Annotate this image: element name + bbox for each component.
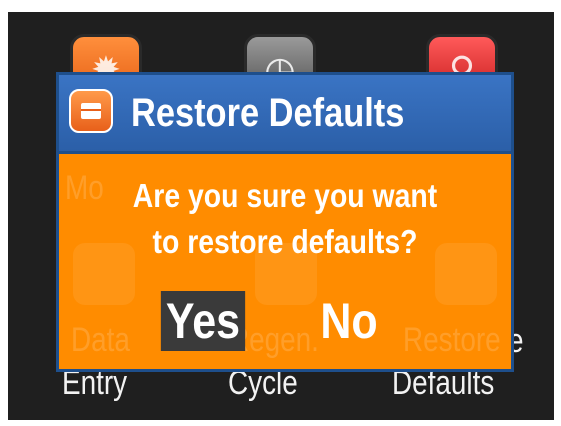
restore-drawer-icon: [69, 89, 113, 133]
ghost-label-restore: Restore: [403, 321, 501, 359]
ghost-label-data: Data: [71, 321, 130, 359]
restore-defaults-dialog: Restore Defaults Mo Data Regen. Restore …: [56, 72, 514, 372]
dialog-title: Restore Defaults: [131, 91, 405, 135]
device-screen: ✹ ◷ ⚲ Entry Cycle Defaults e ge Restore …: [8, 12, 554, 420]
dialog-message-line-2: to restore defaults?: [152, 223, 418, 260]
dialog-message-line-1: Are you sure you want: [132, 177, 438, 214]
no-button[interactable]: No: [315, 291, 384, 351]
dialog-title-bar: Restore Defaults: [59, 75, 511, 154]
dialog-message: Are you sure you want to restore default…: [59, 173, 511, 265]
yes-button[interactable]: Yes: [160, 291, 246, 351]
